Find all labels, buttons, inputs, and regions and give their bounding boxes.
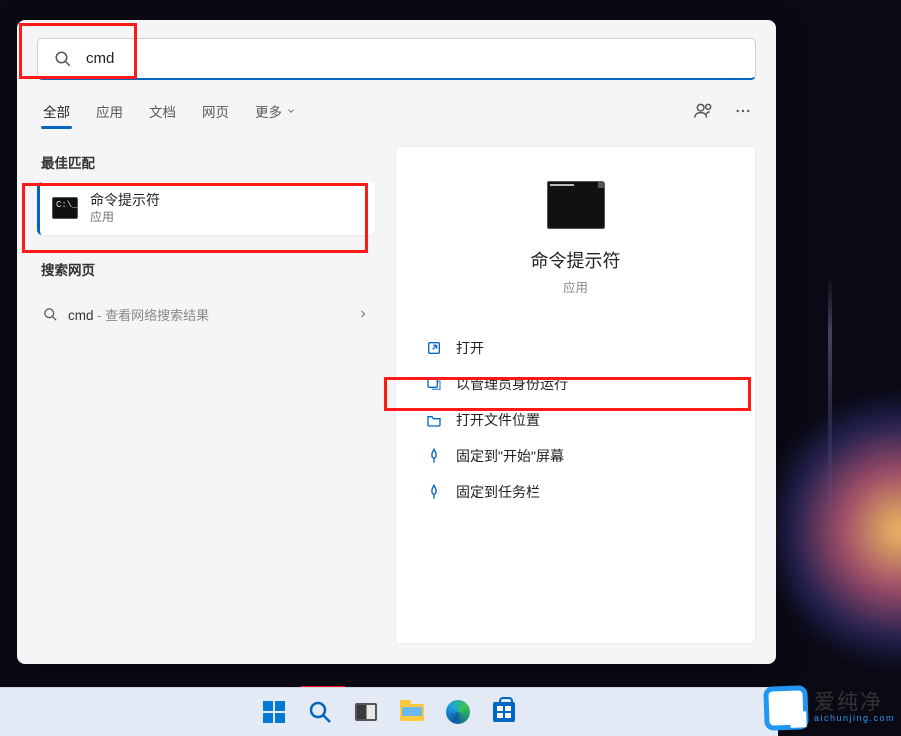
web-result-query: cmd bbox=[68, 308, 94, 323]
cmd-app-icon: C:\_ bbox=[52, 197, 78, 219]
file-explorer-icon bbox=[400, 704, 424, 721]
watermark-text: 爱纯净 bbox=[814, 692, 895, 714]
edge-button[interactable] bbox=[438, 692, 478, 732]
search-icon bbox=[54, 50, 72, 68]
action-pin-to-taskbar[interactable]: 固定到任务栏 bbox=[420, 474, 731, 510]
chevron-right-icon bbox=[357, 308, 369, 320]
preview-actions: 打开 以管理员身份运行 打开文件位置 bbox=[420, 330, 731, 510]
windows-search-panel: 全部 应用 文档 网页 更多 最佳匹配 C:\_ 命令提示符 应用 bbox=[17, 20, 776, 664]
windows-logo-icon bbox=[263, 701, 285, 723]
search-filter-row: 全部 应用 文档 网页 更多 bbox=[17, 92, 776, 128]
admin-shield-icon bbox=[426, 376, 442, 392]
account-icon[interactable] bbox=[694, 101, 714, 121]
chevron-down-icon bbox=[286, 106, 296, 116]
tab-more[interactable]: 更多 bbox=[253, 95, 298, 127]
preview-subtitle: 应用 bbox=[563, 277, 588, 296]
more-options-icon[interactable] bbox=[734, 102, 752, 120]
watermark-logo-icon bbox=[763, 685, 809, 731]
task-view-icon bbox=[355, 703, 377, 721]
results-left-column: 最佳匹配 C:\_ 命令提示符 应用 搜索网页 cmd - 查看网络搜索结果 bbox=[37, 146, 375, 644]
image-watermark: 爱纯净 aichunjing.com bbox=[764, 686, 895, 730]
ms-store-icon bbox=[493, 702, 515, 722]
preview-title: 命令提示符 bbox=[531, 247, 621, 273]
tab-documents[interactable]: 文档 bbox=[147, 95, 178, 127]
taskbar-search-button[interactable] bbox=[300, 692, 340, 732]
tab-apps[interactable]: 应用 bbox=[94, 95, 125, 127]
open-icon bbox=[426, 340, 442, 356]
action-open[interactable]: 打开 bbox=[420, 330, 731, 366]
action-open-file-location[interactable]: 打开文件位置 bbox=[420, 402, 731, 438]
pin-icon bbox=[426, 448, 442, 464]
edge-icon bbox=[446, 700, 470, 724]
web-result-suffix: - 查看网络搜索结果 bbox=[94, 308, 210, 323]
search-icon bbox=[43, 307, 58, 322]
section-search-web: 搜索网页 bbox=[37, 253, 375, 289]
ms-store-button[interactable] bbox=[484, 692, 524, 732]
search-input[interactable] bbox=[86, 50, 743, 67]
section-best-match: 最佳匹配 bbox=[37, 146, 375, 182]
pin-icon bbox=[426, 484, 442, 500]
cmd-preview-icon bbox=[547, 181, 605, 229]
search-icon bbox=[308, 700, 332, 724]
best-match-subtitle: 应用 bbox=[90, 210, 160, 225]
watermark-domain: aichunjing.com bbox=[814, 714, 895, 723]
best-match-title: 命令提示符 bbox=[90, 192, 160, 210]
tab-all[interactable]: 全部 bbox=[41, 95, 72, 127]
search-box[interactable] bbox=[37, 38, 756, 80]
action-run-as-admin[interactable]: 以管理员身份运行 bbox=[420, 366, 731, 402]
folder-icon bbox=[426, 412, 442, 428]
windows-taskbar bbox=[0, 687, 778, 736]
best-match-result[interactable]: C:\_ 命令提示符 应用 bbox=[37, 182, 375, 235]
task-view-button[interactable] bbox=[346, 692, 386, 732]
file-explorer-button[interactable] bbox=[392, 692, 432, 732]
action-pin-to-start[interactable]: 固定到"开始"屏幕 bbox=[420, 438, 731, 474]
result-preview-pane: 命令提示符 应用 打开 以管理员身份运行 bbox=[395, 146, 756, 644]
web-search-result[interactable]: cmd - 查看网络搜索结果 bbox=[37, 295, 375, 334]
tab-web[interactable]: 网页 bbox=[200, 95, 231, 127]
start-button[interactable] bbox=[254, 692, 294, 732]
